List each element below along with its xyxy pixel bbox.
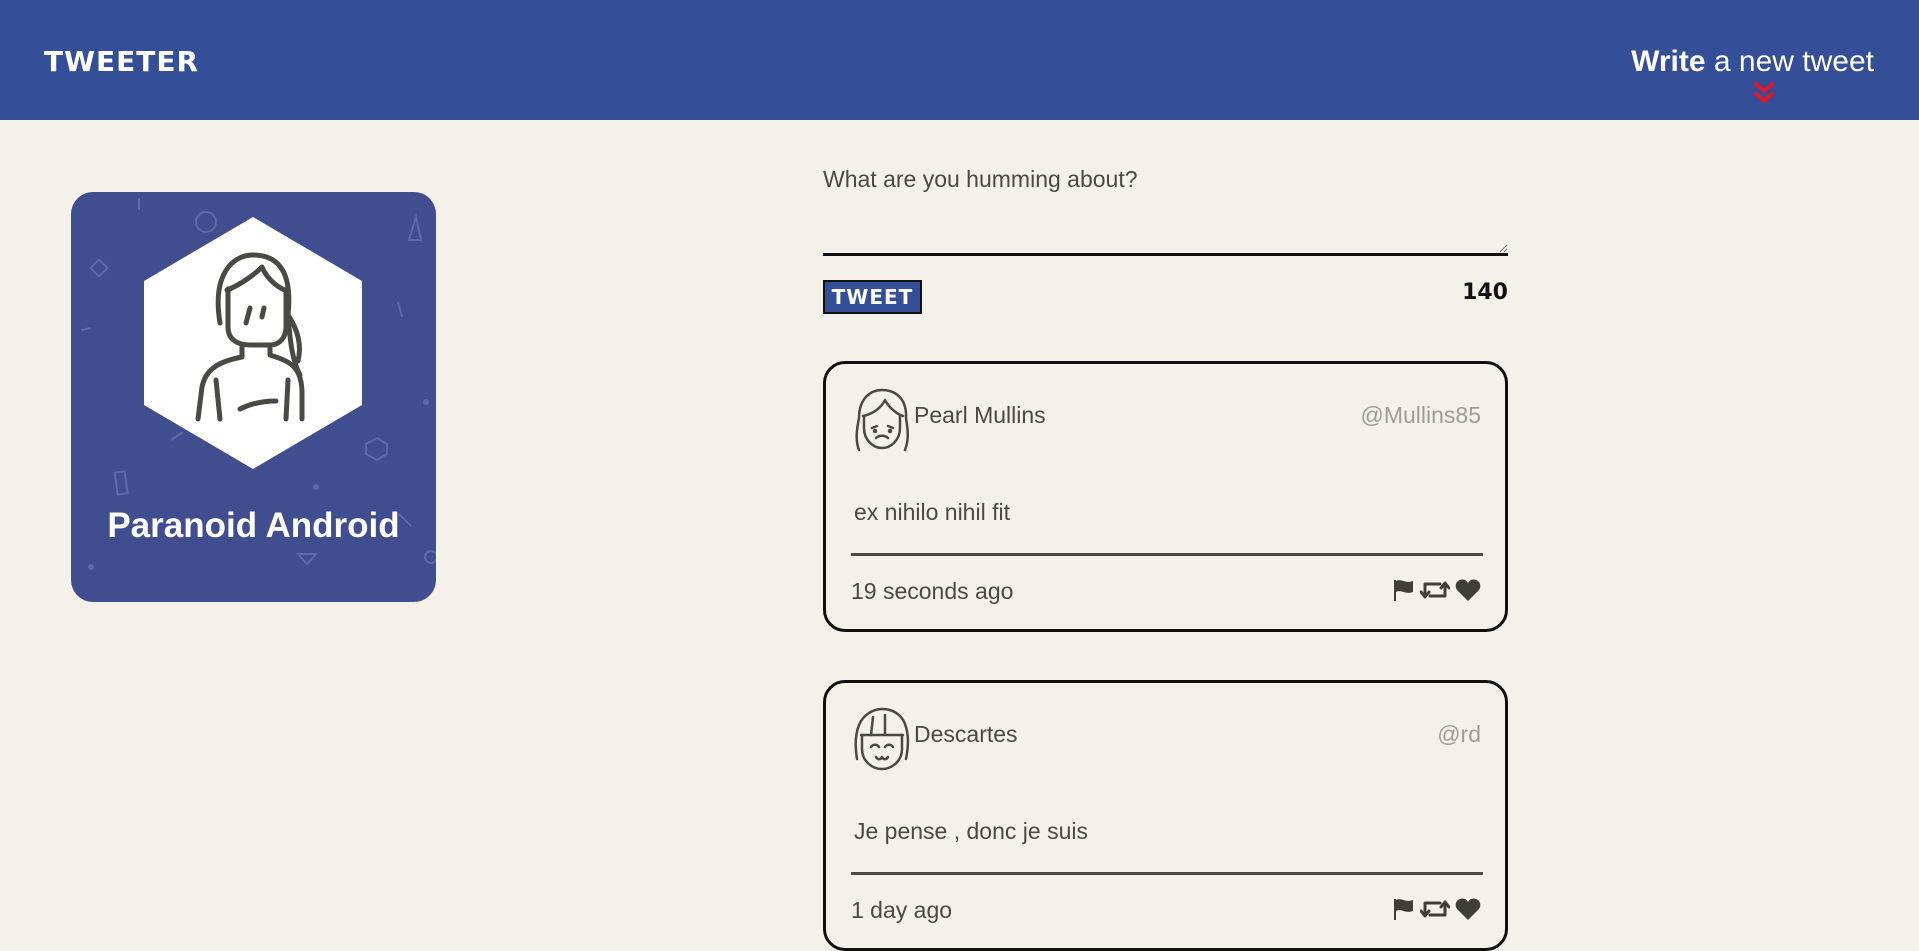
tweet-author: Descartes xyxy=(914,721,1018,747)
tweet-timestamp: 1 day ago xyxy=(851,897,953,923)
tweet-handle: @rd xyxy=(1437,721,1481,747)
compose-bold-label: Write xyxy=(1631,45,1706,78)
compose-form xyxy=(823,160,1508,256)
character-counter: 140 xyxy=(1462,280,1508,305)
top-nav: TWEETER Write a new tweet xyxy=(0,0,1919,120)
tweet-card: Descartes @rd Je pense , donc je suis 1 … xyxy=(823,680,1508,951)
heart-icon[interactable] xyxy=(1455,578,1481,607)
profile-card: Paranoid Android xyxy=(71,192,436,602)
tweet-body: Je pense , donc je suis xyxy=(854,818,1088,844)
tweet-actions xyxy=(1391,578,1481,607)
tweet-submit-button[interactable]: TWEET xyxy=(823,280,922,314)
flag-icon[interactable] xyxy=(1391,897,1415,926)
tweet-textarea[interactable] xyxy=(823,160,1508,256)
profile-name: Paranoid Android xyxy=(107,506,400,545)
write-new-tweet-button[interactable]: Write a new tweet xyxy=(1631,42,1874,82)
tweet-card: Pearl Mullins @Mullins85 ex nihilo nihil… xyxy=(823,361,1508,632)
smiling-girl-avatar-icon xyxy=(854,707,910,771)
brand-logo[interactable]: TWEETER xyxy=(44,44,199,80)
compose-label: a new tweet xyxy=(1705,45,1874,78)
double-chevron-down-icon[interactable] xyxy=(1753,82,1775,106)
tweet-actions xyxy=(1391,897,1481,926)
avatar-hexagon xyxy=(144,217,362,469)
tweet-body: ex nihilo nihil fit xyxy=(854,499,1010,525)
tweet-timestamp: 19 seconds ago xyxy=(851,578,1014,604)
tweet-divider xyxy=(851,553,1483,556)
heart-icon[interactable] xyxy=(1455,897,1481,926)
tweet-handle: @Mullins85 xyxy=(1360,402,1481,428)
sad-girl-avatar-icon xyxy=(855,388,909,452)
flag-icon[interactable] xyxy=(1391,578,1415,607)
retweet-icon[interactable] xyxy=(1419,578,1451,607)
tweet-divider xyxy=(851,872,1483,875)
tweet-author: Pearl Mullins xyxy=(914,402,1046,428)
retweet-icon[interactable] xyxy=(1419,897,1451,926)
